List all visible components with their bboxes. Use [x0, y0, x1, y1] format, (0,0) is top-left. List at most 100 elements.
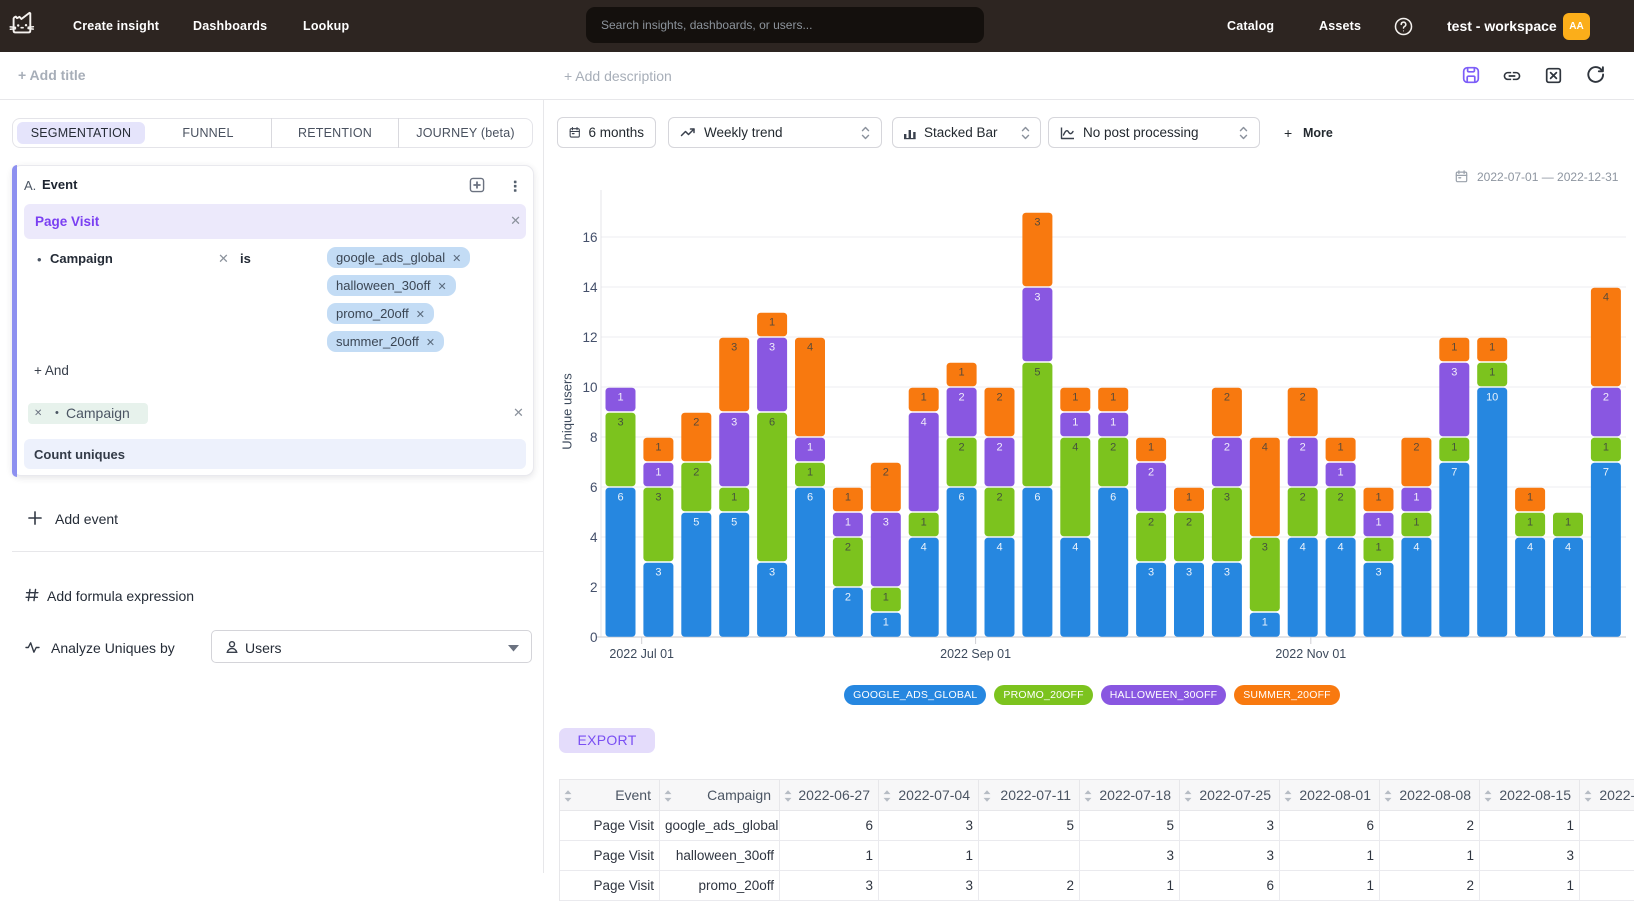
svg-text:1: 1: [1375, 542, 1381, 554]
svg-text:1: 1: [845, 492, 851, 504]
svg-text:3: 3: [731, 342, 737, 354]
svg-text:2: 2: [1224, 392, 1230, 404]
svg-text:5: 5: [693, 517, 699, 529]
svg-text:1: 1: [1110, 392, 1116, 404]
svg-text:4: 4: [807, 342, 813, 354]
svg-text:1: 1: [1375, 517, 1381, 529]
svg-text:3: 3: [769, 567, 775, 579]
svg-text:1: 1: [1413, 517, 1419, 529]
svg-text:2: 2: [1338, 492, 1344, 504]
svg-text:2: 2: [1300, 442, 1306, 454]
svg-text:3: 3: [1375, 567, 1381, 579]
svg-text:4: 4: [921, 542, 927, 554]
svg-text:Unique users: Unique users: [560, 373, 575, 450]
svg-text:1: 1: [1451, 342, 1457, 354]
svg-text:1: 1: [921, 517, 927, 529]
svg-text:3: 3: [1148, 567, 1154, 579]
svg-text:1: 1: [731, 492, 737, 504]
svg-text:2: 2: [845, 542, 851, 554]
svg-text:1: 1: [1451, 442, 1457, 454]
svg-text:7: 7: [1451, 467, 1457, 479]
svg-text:2: 2: [883, 467, 889, 479]
svg-text:1: 1: [807, 442, 813, 454]
svg-text:7: 7: [1603, 467, 1609, 479]
svg-text:1: 1: [617, 392, 623, 404]
svg-text:4: 4: [1527, 542, 1533, 554]
svg-text:2: 2: [1300, 492, 1306, 504]
svg-text:1: 1: [1072, 417, 1078, 429]
svg-text:3: 3: [1034, 217, 1040, 229]
svg-text:6: 6: [1034, 492, 1040, 504]
svg-text:1: 1: [921, 392, 927, 404]
svg-text:3: 3: [1451, 367, 1457, 379]
svg-text:2: 2: [1413, 442, 1419, 454]
svg-text:3: 3: [655, 567, 661, 579]
svg-text:1: 1: [883, 592, 889, 604]
svg-text:4: 4: [1603, 292, 1609, 304]
svg-text:2: 2: [959, 392, 965, 404]
svg-text:2: 2: [1186, 517, 1192, 529]
svg-text:2: 2: [693, 417, 699, 429]
svg-text:14: 14: [582, 280, 598, 295]
svg-text:3: 3: [883, 517, 889, 529]
svg-text:1: 1: [883, 617, 889, 629]
svg-text:4: 4: [1413, 542, 1419, 554]
svg-text:5: 5: [1034, 367, 1040, 379]
svg-text:2: 2: [1300, 392, 1306, 404]
svg-text:10: 10: [1486, 392, 1498, 404]
svg-text:6: 6: [807, 492, 813, 504]
svg-text:4: 4: [1262, 442, 1268, 454]
svg-text:4: 4: [590, 530, 598, 545]
svg-text:2: 2: [845, 592, 851, 604]
svg-text:3: 3: [617, 417, 623, 429]
svg-text:2: 2: [1148, 467, 1154, 479]
svg-text:1: 1: [1338, 467, 1344, 479]
svg-text:1: 1: [1110, 417, 1116, 429]
svg-text:3: 3: [1186, 567, 1192, 579]
svg-text:2: 2: [959, 442, 965, 454]
svg-text:12: 12: [582, 330, 597, 345]
svg-text:1: 1: [1413, 492, 1419, 504]
svg-text:1: 1: [655, 442, 661, 454]
svg-text:1: 1: [1262, 617, 1268, 629]
svg-text:2: 2: [1224, 442, 1230, 454]
svg-text:3: 3: [1034, 292, 1040, 304]
svg-text:2: 2: [590, 580, 598, 595]
svg-text:0: 0: [590, 630, 598, 645]
svg-text:1: 1: [1489, 367, 1495, 379]
svg-text:4: 4: [1072, 542, 1078, 554]
svg-text:2: 2: [1603, 392, 1609, 404]
svg-text:2: 2: [996, 392, 1002, 404]
svg-text:1: 1: [1148, 442, 1154, 454]
svg-text:6: 6: [1110, 492, 1116, 504]
svg-text:2: 2: [1110, 442, 1116, 454]
svg-text:1: 1: [1489, 342, 1495, 354]
svg-text:16: 16: [582, 230, 597, 245]
svg-text:1: 1: [1527, 517, 1533, 529]
svg-text:6: 6: [769, 417, 775, 429]
svg-text:4: 4: [996, 542, 1002, 554]
svg-text:2022 Jul 01: 2022 Jul 01: [609, 647, 674, 661]
svg-text:4: 4: [1300, 542, 1306, 554]
svg-text:1: 1: [769, 317, 775, 329]
svg-text:1: 1: [1186, 492, 1192, 504]
svg-text:4: 4: [1072, 442, 1078, 454]
svg-text:8: 8: [590, 430, 598, 445]
svg-text:2022 Nov 01: 2022 Nov 01: [1275, 647, 1346, 661]
svg-text:5: 5: [731, 517, 737, 529]
svg-text:2: 2: [996, 492, 1002, 504]
svg-text:3: 3: [1262, 542, 1268, 554]
svg-text:1: 1: [1375, 492, 1381, 504]
svg-text:3: 3: [655, 492, 661, 504]
svg-text:2022 Sep 01: 2022 Sep 01: [940, 647, 1011, 661]
svg-text:6: 6: [959, 492, 965, 504]
svg-text:4: 4: [921, 417, 927, 429]
svg-text:1: 1: [1338, 442, 1344, 454]
svg-text:10: 10: [582, 380, 597, 395]
svg-text:1: 1: [959, 367, 965, 379]
svg-text:3: 3: [1224, 567, 1230, 579]
svg-text:4: 4: [1338, 542, 1344, 554]
svg-text:4: 4: [1565, 542, 1571, 554]
svg-text:1: 1: [1072, 392, 1078, 404]
svg-text:1: 1: [1565, 517, 1571, 529]
